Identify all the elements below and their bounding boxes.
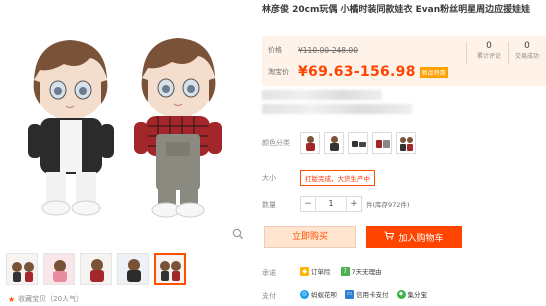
thumbnail-5[interactable]	[154, 253, 186, 285]
promise-item-text: 7天无理由	[351, 268, 382, 276]
thumbnail-strip	[6, 253, 186, 285]
size-label: 大小	[262, 174, 276, 182]
huabei-icon: ◎	[300, 289, 309, 299]
doll-left	[28, 40, 114, 216]
jifenbao-icon: ◆	[396, 289, 406, 299]
thumbnail-3[interactable]	[80, 253, 112, 285]
promo-badge: 新品特惠	[419, 66, 448, 78]
quantity-input[interactable]: 1	[316, 196, 346, 212]
buy-now-button[interactable]: 立即购买	[264, 226, 356, 248]
cart-icon	[384, 231, 395, 243]
product-info-panel: 林彦俊 20cm玩偶 小橘时装同款娃衣 Evan粉丝明星周边应援娃娃 价格 ¥1…	[258, 0, 546, 306]
promise-item-insurance[interactable]: ◆ 订单险	[300, 266, 331, 276]
color-swatch-4[interactable]	[372, 132, 392, 154]
list-price-label: 价格	[268, 46, 282, 54]
thumbnail-4[interactable]	[117, 253, 149, 285]
size-option[interactable]: 打版完成，大货生产中	[300, 170, 375, 186]
review-count: 0	[486, 41, 492, 51]
promise-list: ◆ 订单险 7 7天无理由	[300, 266, 382, 276]
payment-method-text: 蚂蚁花呗	[311, 291, 337, 299]
doll-right	[134, 38, 222, 218]
decrement-button[interactable]: −	[300, 196, 316, 212]
color-swatch-1[interactable]	[300, 132, 320, 154]
price-box: 价格 ¥110.00-248.00 淘宝价 ¥69.63-156.98 新品特惠…	[262, 36, 546, 86]
stock-text: 件(库存972件)	[366, 201, 410, 209]
blurred-row	[262, 104, 412, 114]
main-product-image[interactable]	[6, 18, 246, 228]
insurance-icon: ◆	[300, 266, 309, 276]
promo-price-row: 淘宝价 ¥69.63-156.98 新品特惠	[268, 64, 448, 80]
credit-card-icon: ▭	[345, 289, 354, 299]
payment-label: 支付	[262, 292, 276, 300]
payment-method-text: 信用卡支付	[356, 291, 389, 299]
promise-item-text: 订单险	[311, 268, 331, 276]
promo-price-label: 淘宝价	[268, 68, 289, 76]
quantity-stepper: − 1 + 件(库存972件)	[300, 196, 409, 212]
collect-label: 收藏宝贝（20人气）	[18, 295, 84, 303]
product-title: 林彦俊 20cm玩偶 小橘时装同款娃衣 Evan粉丝明星周边应援娃娃	[262, 5, 531, 15]
thumbnail-1[interactable]	[6, 253, 38, 285]
product-gallery: ★ 收藏宝贝（20人气）	[0, 0, 254, 306]
list-price-row: 价格 ¥110.00-248.00	[268, 45, 358, 55]
color-swatch-5[interactable]	[396, 132, 416, 154]
color-swatch-3[interactable]	[348, 132, 368, 154]
color-swatch-2[interactable]	[324, 132, 344, 154]
color-label: 颜色分类	[262, 139, 290, 147]
sales-count: 0	[524, 41, 530, 51]
add-to-cart-button[interactable]: 加入购物车	[366, 226, 462, 248]
list-price-value: ¥110.00-248.00	[298, 45, 358, 55]
promise-label: 承诺	[262, 269, 276, 277]
quantity-label: 数量	[262, 201, 276, 209]
seven-days-icon: 7	[340, 266, 350, 276]
thumbnail-2[interactable]	[43, 253, 75, 285]
sales-count-stat[interactable]: 0 交易成功	[508, 40, 546, 61]
payment-method-text: 集分宝	[407, 291, 428, 299]
star-icon: ★	[8, 294, 16, 304]
payment-huabei[interactable]: ◎ 蚂蚁花呗	[300, 289, 337, 299]
promise-item-return[interactable]: 7 7天无理由	[340, 266, 382, 276]
review-count-stat[interactable]: 0 累计评论	[470, 40, 508, 61]
payment-jifenbao[interactable]: ◆ 集分宝	[396, 289, 428, 299]
payment-credit-card[interactable]: ▭ 信用卡支付	[345, 289, 389, 299]
review-count-label: 累计评论	[476, 53, 501, 60]
increment-button[interactable]: +	[346, 196, 362, 212]
zoom-icon[interactable]	[232, 228, 244, 240]
blurred-row	[262, 90, 382, 100]
promo-price-value: ¥69.63-156.98	[298, 64, 416, 80]
doll-pair-illustration	[28, 38, 222, 218]
add-to-cart-label: 加入购物车	[398, 233, 444, 244]
payment-methods: ◎ 蚂蚁花呗 ▭ 信用卡支付 ◆ 集分宝	[300, 289, 427, 299]
collect-button[interactable]: ★ 收藏宝贝（20人气）	[8, 294, 83, 304]
sales-count-label: 交易成功	[514, 53, 539, 60]
color-swatches	[300, 132, 416, 154]
stat-divider	[466, 42, 467, 64]
